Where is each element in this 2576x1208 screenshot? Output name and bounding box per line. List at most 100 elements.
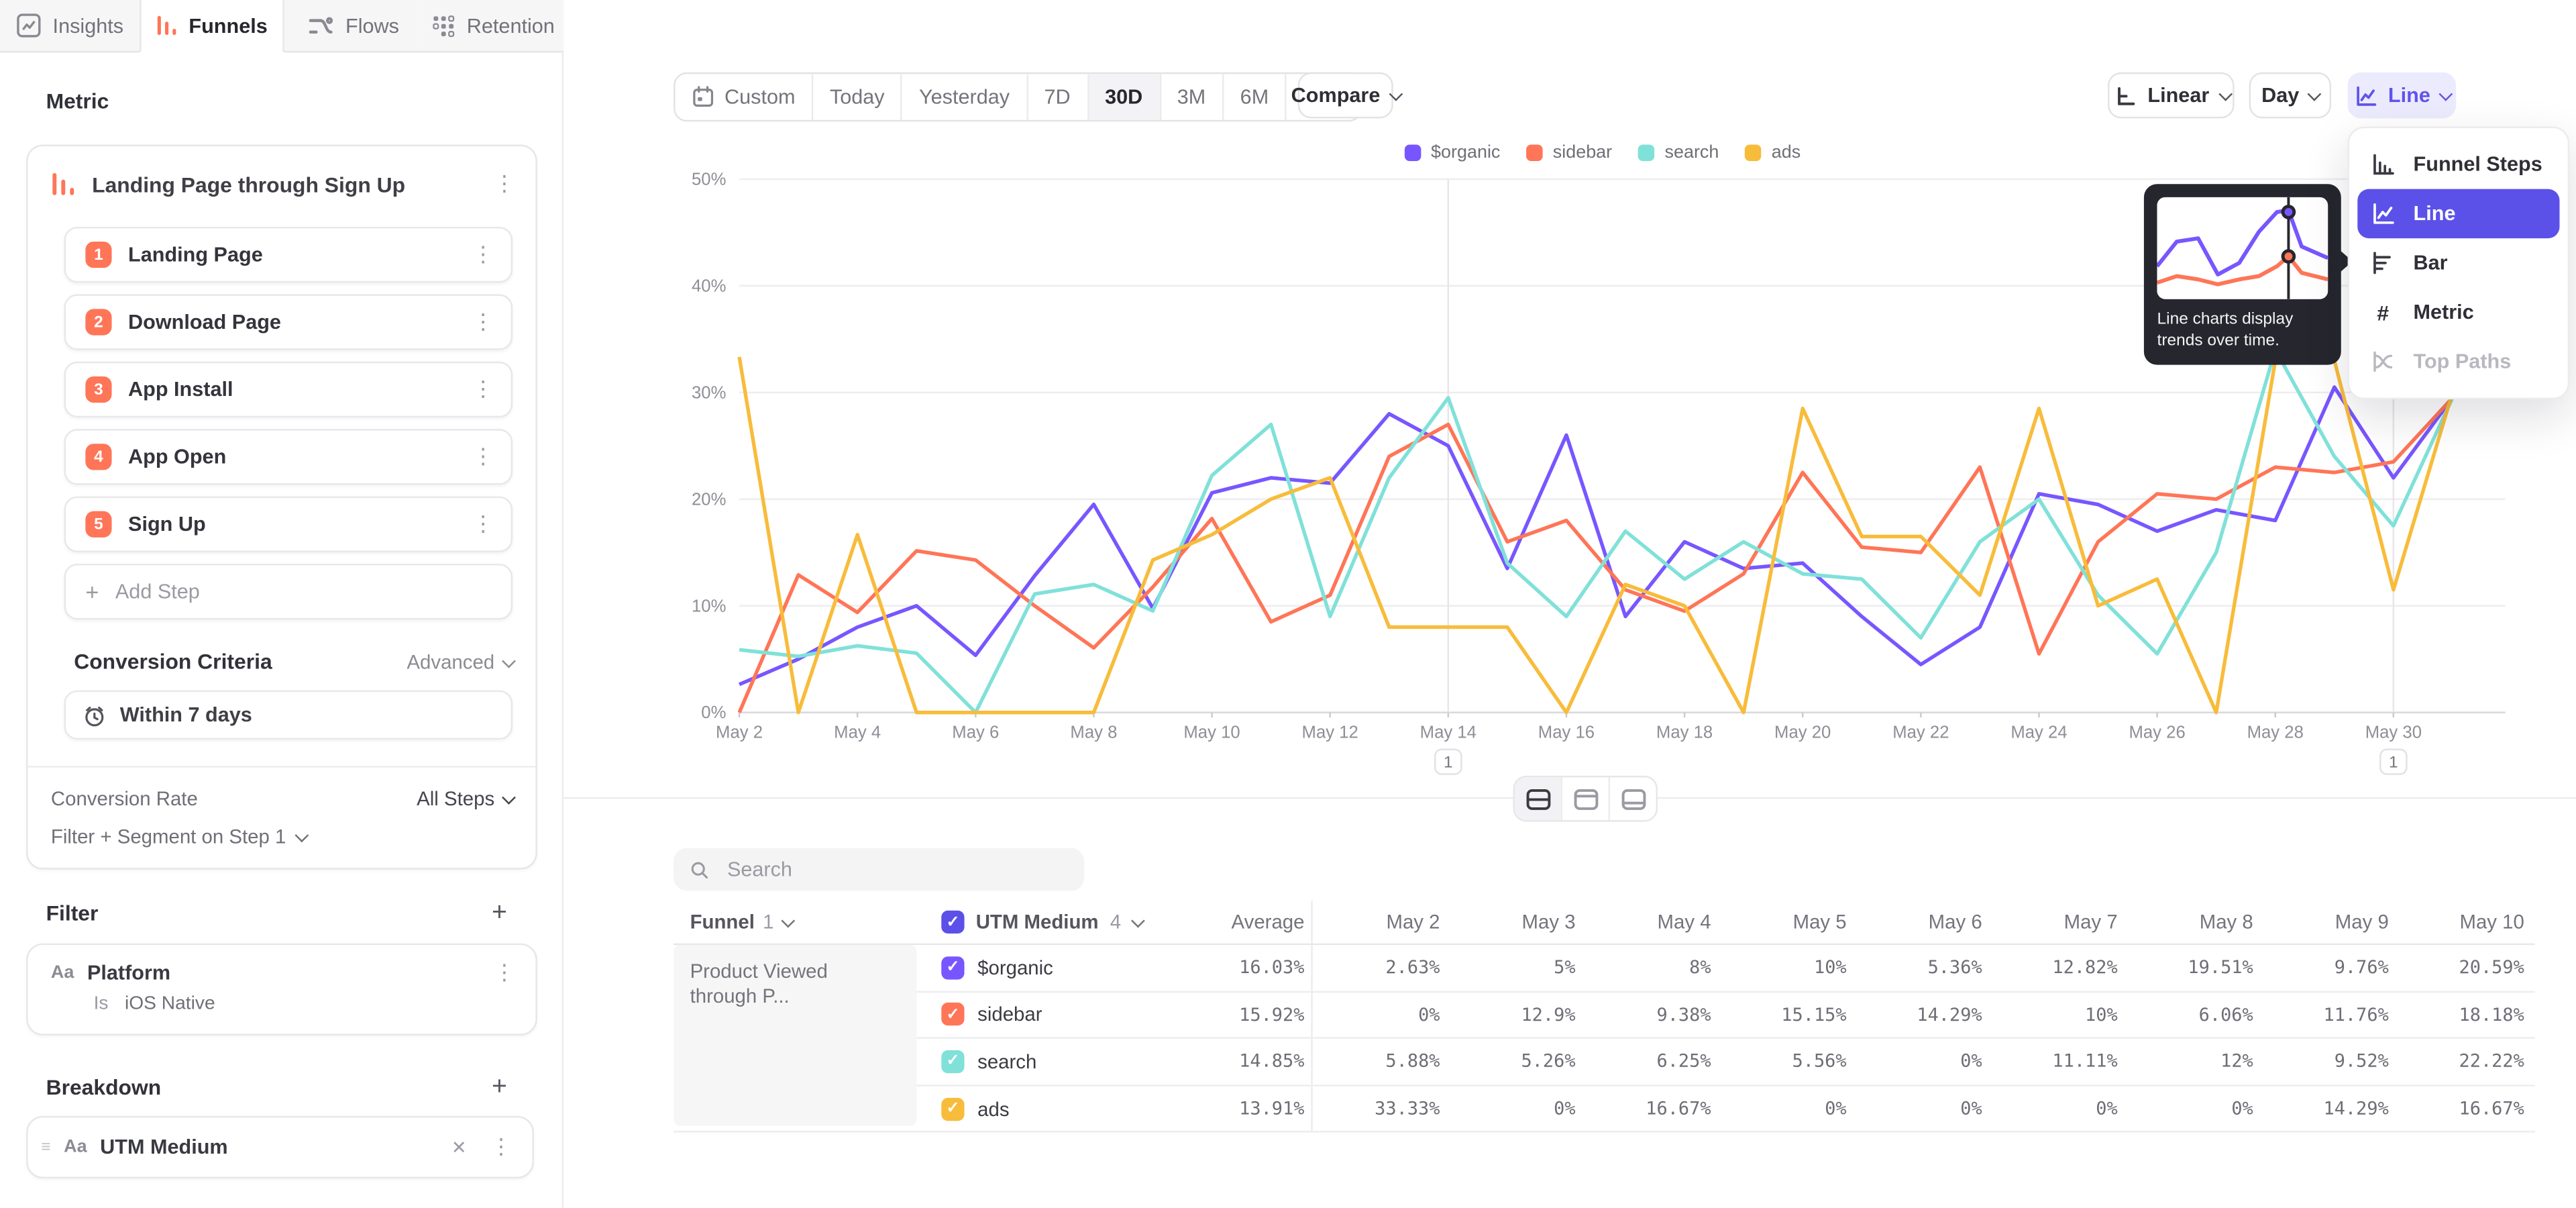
cell-value: 19.51% bbox=[2125, 957, 2260, 978]
funnel-step-5[interactable]: 5Sign Up bbox=[64, 497, 513, 552]
menu-item-line[interactable]: Line bbox=[2357, 189, 2559, 238]
table-search[interactable] bbox=[674, 848, 1084, 891]
filter-value[interactable]: iOS Native bbox=[125, 995, 215, 1014]
menu-item-bar[interactable]: Bar bbox=[2349, 238, 2568, 287]
search-input[interactable] bbox=[724, 856, 1068, 883]
layout-table-only-button[interactable] bbox=[1609, 777, 1656, 820]
filter-segment-dropdown[interactable]: Filter + Segment on Step 1 bbox=[51, 825, 513, 848]
add-breakdown-button[interactable]: + bbox=[486, 1075, 513, 1101]
cell-value: 0% bbox=[1853, 1051, 1988, 1072]
scale-dropdown[interactable]: Linear bbox=[2108, 72, 2235, 119]
svg-text:May 26: May 26 bbox=[2129, 723, 2185, 742]
svg-text:May 30: May 30 bbox=[2365, 723, 2422, 742]
range-today[interactable]: Today bbox=[812, 74, 901, 120]
menu-item-metric[interactable]: # Metric bbox=[2349, 288, 2568, 337]
series-checkbox[interactable] bbox=[941, 1003, 964, 1026]
table-row-sidebar[interactable]: sidebar15.92%0%12.9%9.38%15.15%14.29%10%… bbox=[674, 992, 2535, 1039]
cell-value: 10% bbox=[1988, 1004, 2124, 1025]
breakdown-property: UTM Medium bbox=[100, 1136, 438, 1158]
svg-text:May 6: May 6 bbox=[952, 723, 999, 742]
table-header: Funnel 1 UTM Medium 4 Average May 2May 3… bbox=[674, 901, 2535, 945]
kebab-menu-icon[interactable] bbox=[472, 376, 494, 403]
tab-insights[interactable]: Insights bbox=[0, 0, 140, 52]
funnel-step-1[interactable]: 1Landing Page bbox=[64, 227, 513, 283]
kebab-menu-icon[interactable] bbox=[493, 960, 516, 986]
date-column-header: May 8 bbox=[2125, 911, 2260, 934]
svg-text:20%: 20% bbox=[692, 490, 726, 509]
legend-item-search[interactable]: search bbox=[1638, 143, 1719, 162]
series-checkbox[interactable] bbox=[941, 956, 964, 979]
range-6m[interactable]: 6M bbox=[1222, 74, 1285, 120]
annotation-badge[interactable]: 1 bbox=[1435, 750, 1461, 774]
layout-chart-only-button[interactable] bbox=[1561, 777, 1609, 820]
menu-item-top-paths[interactable]: Top Paths bbox=[2349, 337, 2568, 386]
average-column-header: Average bbox=[1167, 911, 1311, 934]
funnel-step-3[interactable]: 3App Install bbox=[64, 362, 513, 417]
funnel-title-row[interactable]: Landing Page through Sign Up bbox=[28, 146, 536, 213]
cell-value: 9.76% bbox=[2260, 957, 2396, 978]
average-value: 14.85% bbox=[1167, 1051, 1311, 1072]
breakdown-card[interactable]: Aa UTM Medium bbox=[26, 1116, 534, 1178]
series-checkbox[interactable] bbox=[941, 1097, 964, 1120]
range-3m[interactable]: 3M bbox=[1159, 74, 1222, 120]
drag-handle-icon[interactable] bbox=[41, 1138, 50, 1156]
tab-retention[interactable]: Retention bbox=[423, 0, 564, 52]
range-yesterday[interactable]: Yesterday bbox=[901, 74, 1026, 120]
legend-swatch bbox=[1527, 145, 1543, 161]
tab-funnels[interactable]: Funnels bbox=[140, 0, 284, 52]
range-custom[interactable]: Custom bbox=[676, 74, 812, 120]
kebab-menu-icon[interactable] bbox=[490, 1134, 513, 1160]
kebab-menu-icon[interactable] bbox=[472, 444, 494, 470]
range-label: 6M bbox=[1240, 85, 1269, 108]
funnel-step-2[interactable]: 2Download Page bbox=[64, 294, 513, 350]
chart-type-dropdown[interactable]: Line bbox=[2348, 72, 2457, 119]
legend-item-ads[interactable]: ads bbox=[1746, 143, 1801, 162]
series-checkbox[interactable] bbox=[941, 1050, 964, 1073]
table-row-search[interactable]: search14.85%5.88%5.26%6.25%5.56%0%11.11%… bbox=[674, 1039, 2535, 1086]
range-30d[interactable]: 30D bbox=[1087, 74, 1159, 120]
date-column-header: May 3 bbox=[1446, 911, 1582, 934]
menu-item-funnel-steps[interactable]: Funnel Steps bbox=[2349, 140, 2568, 189]
annotation-badge[interactable]: 1 bbox=[2380, 750, 2406, 774]
funnel-group-cell[interactable]: Product Viewed through P... bbox=[674, 945, 916, 1126]
legend-item-organic[interactable]: $organic bbox=[1405, 143, 1501, 162]
select-all-checkbox[interactable] bbox=[941, 911, 964, 934]
filter-operator[interactable]: Is bbox=[94, 995, 109, 1014]
granularity-dropdown[interactable]: Day bbox=[2249, 72, 2331, 119]
advanced-dropdown[interactable]: Advanced bbox=[407, 650, 513, 673]
compare-button[interactable]: Compare bbox=[1298, 72, 1393, 119]
series-name-cell: $organic bbox=[917, 956, 1167, 979]
step-label: Download Page bbox=[128, 311, 455, 334]
date-column-header: May 6 bbox=[1853, 911, 1988, 934]
cell-value: 15.15% bbox=[1717, 1004, 1853, 1025]
kebab-menu-icon[interactable] bbox=[472, 511, 494, 538]
tab-flows[interactable]: Flows bbox=[283, 0, 423, 52]
breakdown-column-dropdown[interactable]: UTM Medium 4 bbox=[917, 911, 1167, 934]
conversion-window[interactable]: Within 7 days bbox=[64, 691, 513, 740]
layout-split-button[interactable] bbox=[1515, 777, 1561, 820]
add-filter-button[interactable]: + bbox=[486, 901, 513, 927]
funnel-step-4[interactable]: 4App Open bbox=[64, 429, 513, 485]
filter-heading: Filter bbox=[46, 901, 99, 925]
cell-value: 5.56% bbox=[1717, 1051, 1853, 1072]
chevron-down-icon bbox=[2218, 87, 2233, 101]
filter-card[interactable]: Aa Platform Is iOS Native bbox=[26, 944, 537, 1036]
add-step-button[interactable]: +Add Step bbox=[64, 564, 513, 619]
series-name: sidebar bbox=[977, 1003, 1042, 1026]
conversion-rate-dropdown[interactable]: All Steps bbox=[417, 787, 513, 810]
step-number-badge: 3 bbox=[85, 376, 111, 403]
table-row-ads[interactable]: ads13.91%33.33%0%16.67%0%0%0%0%14.29%16.… bbox=[674, 1086, 2535, 1133]
kebab-menu-icon[interactable] bbox=[472, 309, 494, 335]
table-row-organic[interactable]: $organic16.03%2.63%5%8%10%5.36%12.82%19.… bbox=[674, 945, 2535, 992]
remove-breakdown-icon[interactable] bbox=[451, 1136, 467, 1158]
legend-label: $organic bbox=[1431, 143, 1500, 162]
svg-text:May 18: May 18 bbox=[1656, 723, 1713, 742]
chevron-down-icon bbox=[502, 654, 516, 668]
funnel-column-dropdown[interactable]: Funnel 1 bbox=[674, 911, 916, 934]
kebab-menu-icon[interactable] bbox=[493, 171, 516, 197]
cell-value: 33.33% bbox=[1311, 1086, 1446, 1131]
cell-value: 5% bbox=[1446, 957, 1582, 978]
kebab-menu-icon[interactable] bbox=[472, 242, 494, 268]
range-7d[interactable]: 7D bbox=[1026, 74, 1087, 120]
legend-item-sidebar[interactable]: sidebar bbox=[1527, 143, 1613, 162]
